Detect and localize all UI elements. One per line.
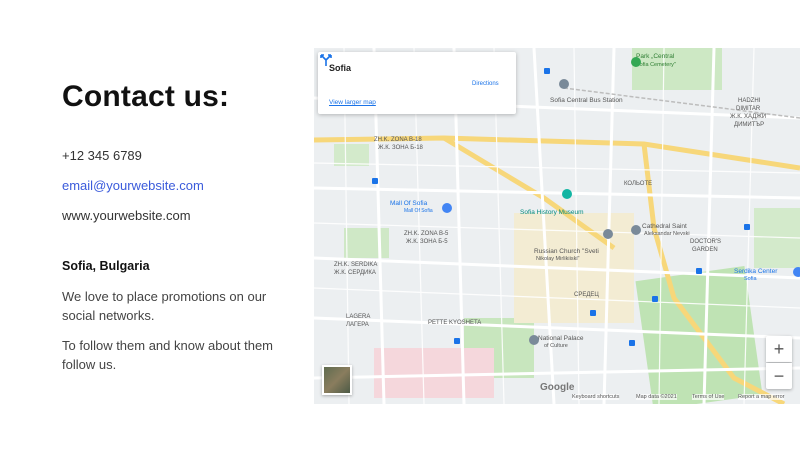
terms-link[interactable]: Terms of Use [692,394,725,400]
bus-station-label: Sofia Central Bus Station [550,97,623,104]
promo-paragraph: We love to place promotions on our socia… [62,289,267,323]
svg-text:ZH.K. SERDIKA: ZH.K. SERDIKA [334,262,377,268]
svg-text:Nikolay Mirlikiiski": Nikolay Mirlikiiski" [536,256,580,262]
svg-text:of Culture: of Culture [544,343,568,349]
svg-text:Cathedral Saint: Cathedral Saint [642,223,687,230]
svg-text:Ж.К. ХАДЖИ: Ж.К. ХАДЖИ [730,114,766,120]
zoom-out-button[interactable]: − [766,363,792,389]
park-pin [631,57,641,67]
svg-text:DOCTOR'S: DOCTOR'S [690,239,721,245]
keyboard-shortcuts-link[interactable]: Keyboard shortcuts [572,394,620,400]
zoom-in-button[interactable]: + [766,336,792,362]
satellite-toggle-thumbnail[interactable] [322,365,352,395]
history-museum-label: Sofia History Museum [520,209,584,216]
map-info-card: Sofia View larger map Directions [318,52,516,114]
contact-title: Contact us: [62,80,230,113]
svg-text:GARDEN: GARDEN [692,247,718,253]
website-text: www.yourwebsite.com [62,208,191,223]
svg-text:LAGERA: LAGERA [346,314,370,320]
directions-label[interactable]: Directions [472,81,499,87]
mall-pin [442,203,452,213]
svg-text:HADZHI: HADZHI [738,98,761,104]
cathedral-pin [631,225,641,235]
svg-text:Serdika Center: Serdika Center [734,268,778,275]
city-heading: Sofia, Bulgaria [62,259,150,273]
view-larger-map-link[interactable]: View larger map [329,99,376,106]
svg-text:Mall Of Sofia: Mall Of Sofia [404,208,433,214]
svg-text:СРЕДЕЦ: СРЕДЕЦ [574,292,599,298]
svg-text:ЛАГЕРА: ЛАГЕРА [346,322,369,328]
church-pin [603,229,613,239]
directions-icon[interactable] [318,52,334,68]
svg-text:Ж.К. ЗОНА Б-5: Ж.К. ЗОНА Б-5 [406,239,448,245]
mall-label: Mall Of Sofia [390,200,428,207]
svg-text:National Palace: National Palace [538,335,584,342]
museum-pin [562,189,572,199]
svg-text:Ж.К. СЕРДИКА: Ж.К. СЕРДИКА [334,270,376,276]
svg-text:Aleksandar Nevski: Aleksandar Nevski [644,231,690,237]
follow-paragraph: To follow them and know about them follo… [62,338,274,372]
svg-text:DIMITAR: DIMITAR [736,106,761,112]
svg-text:ZH.K. ZONA B-18: ZH.K. ZONA B-18 [374,137,422,143]
svg-text:ДИМИТЪР: ДИМИТЪР [734,122,764,128]
email-link[interactable]: email@yourwebsite.com [62,178,204,193]
svg-text:Sofia: Sofia [744,276,757,282]
palace-pin [529,335,539,345]
svg-text:ZH.K. ZONA B-5: ZH.K. ZONA B-5 [404,231,449,237]
embedded-map[interactable]: Park „Central Sofia Cemetery" Sofia Cent… [314,48,800,404]
svg-text:КОЛЬОТЕ: КОЛЬОТЕ [624,181,652,187]
svg-text:Sofia Cemetery": Sofia Cemetery" [636,62,676,68]
park-label: Park „Central [636,53,675,60]
svg-text:Russian Church "Sveti: Russian Church "Sveti [534,248,599,255]
bus-station-pin [559,79,569,89]
map-data-text: Map data ©2021 [636,394,677,400]
svg-text:Ж.К. ЗОНА Б-18: Ж.К. ЗОНА Б-18 [378,145,424,151]
report-error-link[interactable]: Report a map error [738,394,785,400]
svg-text:PETTE KYOSHETA: PETTE KYOSHETA [428,320,481,326]
map-attribution: Keyboard shortcuts Map data ©2021 Terms … [314,392,800,404]
phone-number: +12 345 6789 [62,148,142,163]
